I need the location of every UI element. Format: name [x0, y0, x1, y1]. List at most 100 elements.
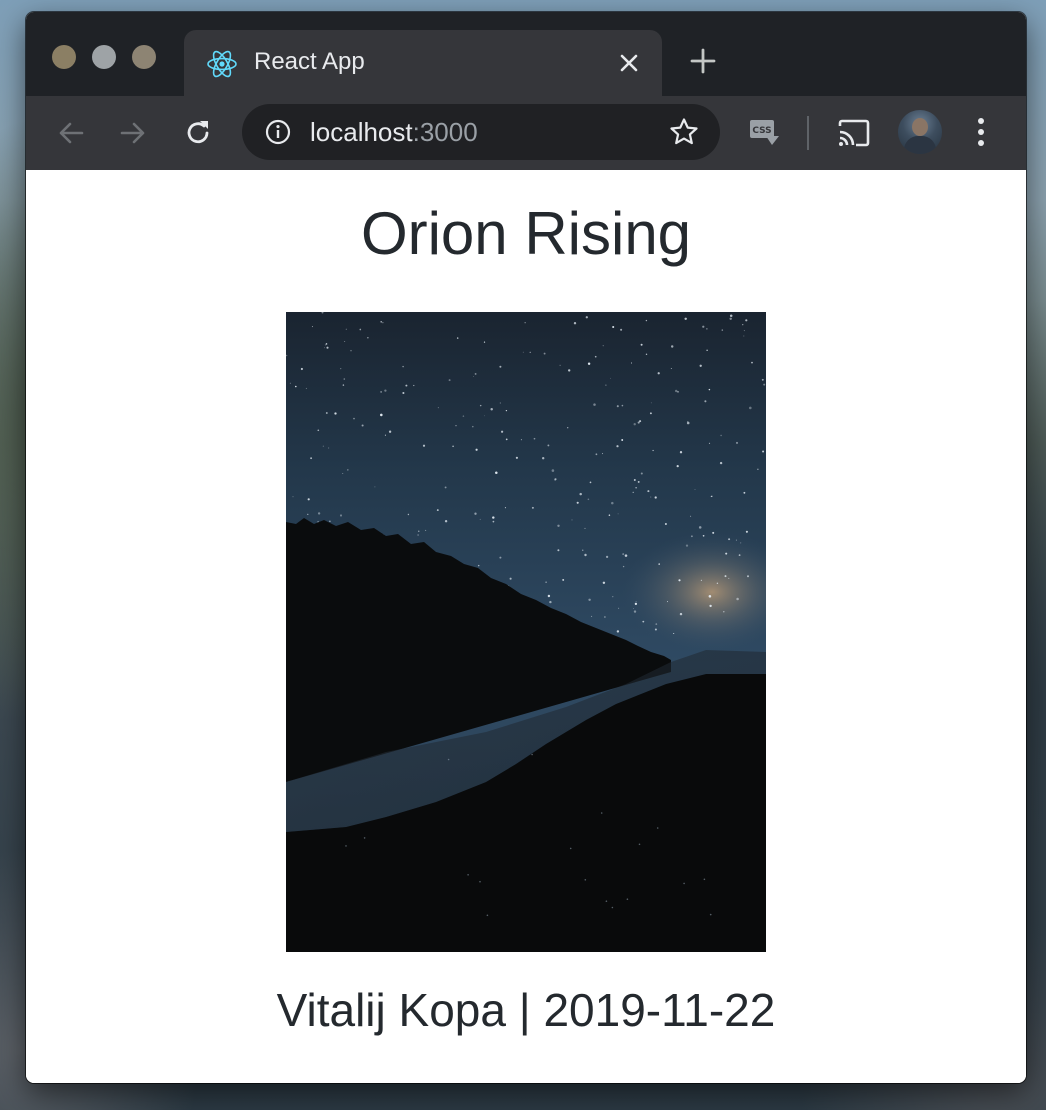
star [472, 376, 474, 377]
star [547, 594, 551, 598]
star [361, 424, 364, 427]
star [505, 438, 508, 441]
reflected-star [656, 827, 659, 829]
star [492, 516, 495, 519]
star [505, 409, 508, 412]
url-text: localhost:3000 [310, 117, 478, 147]
star [684, 317, 687, 321]
more-menu-icon[interactable] [970, 114, 992, 150]
reflected-star [345, 845, 347, 847]
star [329, 520, 331, 523]
star [342, 473, 344, 474]
star [616, 445, 619, 448]
star [325, 343, 328, 345]
avatar-body [904, 136, 936, 154]
star [359, 328, 362, 331]
star [588, 598, 591, 602]
star [374, 486, 376, 488]
star [594, 355, 597, 358]
star [307, 498, 310, 501]
star [444, 486, 447, 489]
star [405, 384, 408, 387]
star [708, 442, 711, 445]
star [708, 388, 711, 391]
reflected-star [486, 914, 489, 917]
star [322, 445, 324, 447]
star [605, 384, 607, 386]
star [436, 509, 439, 512]
star [645, 353, 648, 355]
star [456, 337, 459, 339]
page-title: Orion Rising [360, 200, 692, 267]
reflected-star [479, 880, 481, 883]
star [584, 527, 586, 529]
star [611, 501, 614, 505]
reload-icon[interactable] [181, 116, 215, 150]
star [721, 329, 724, 331]
star [384, 389, 387, 392]
star [612, 596, 614, 598]
star [587, 498, 590, 501]
window-close-button[interactable] [52, 45, 76, 69]
star [462, 415, 465, 417]
star [585, 316, 588, 319]
star [738, 554, 741, 556]
star [634, 602, 638, 606]
window-minimize-button[interactable] [92, 45, 116, 69]
address-bar[interactable]: localhost:3000 [242, 104, 720, 160]
star [621, 404, 624, 407]
star [475, 448, 478, 451]
star [728, 577, 730, 579]
star [719, 461, 723, 465]
star [413, 384, 415, 387]
star [522, 351, 524, 353]
star [326, 346, 329, 349]
page-viewport: Orion Rising Vitalij Kopa | 2019-11-22 [26, 170, 1026, 1083]
star [294, 385, 297, 388]
star [624, 554, 628, 557]
star [678, 579, 681, 582]
star [418, 530, 420, 532]
star [571, 519, 573, 521]
star [645, 319, 648, 322]
star [557, 524, 560, 528]
star [562, 578, 565, 581]
forward-arrow-icon[interactable] [116, 116, 150, 150]
star [340, 367, 342, 370]
star [647, 490, 650, 493]
browser-toolbar: localhost:3000 CSS [26, 96, 1026, 170]
star [640, 472, 643, 475]
star [709, 604, 712, 608]
star [499, 556, 502, 559]
star [573, 322, 577, 325]
star [557, 549, 560, 552]
star [472, 425, 474, 428]
window-maximize-button[interactable] [132, 45, 156, 69]
star [700, 579, 702, 581]
info-icon[interactable] [264, 118, 292, 146]
new-tab-plus-icon[interactable] [688, 46, 718, 76]
star [520, 439, 522, 441]
toolbar-divider [807, 116, 809, 150]
photo-canvas [286, 312, 766, 952]
star [622, 553, 625, 556]
star [529, 351, 531, 353]
star [743, 335, 745, 337]
cast-icon[interactable] [836, 116, 872, 150]
star [610, 377, 612, 379]
tab-close-icon[interactable] [616, 50, 642, 76]
star [515, 456, 518, 459]
css-extension-icon[interactable]: CSS [748, 118, 782, 148]
star [698, 526, 702, 529]
back-arrow-icon[interactable] [54, 116, 88, 150]
star [642, 620, 645, 623]
star [637, 480, 640, 483]
star [533, 437, 536, 440]
star [702, 534, 705, 537]
bookmark-star-icon[interactable] [668, 116, 700, 148]
profile-avatar[interactable] [898, 110, 942, 154]
star [706, 349, 708, 351]
browser-tab[interactable]: React App [184, 30, 662, 96]
star [305, 387, 307, 390]
star [300, 367, 303, 371]
